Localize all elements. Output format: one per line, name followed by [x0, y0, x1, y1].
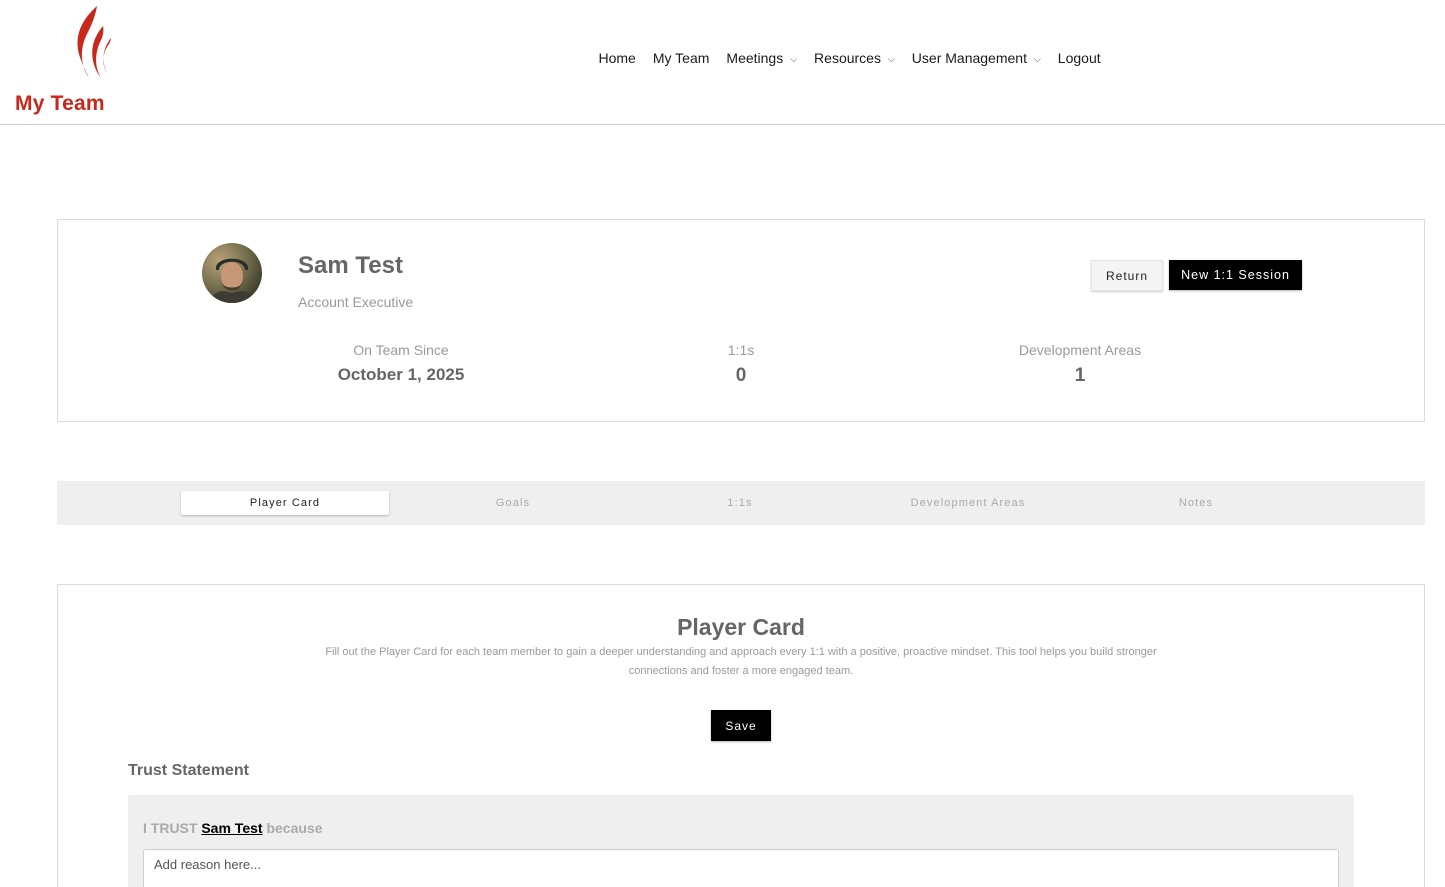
stat-label: Development Areas [1018, 342, 1142, 358]
player-card-panel: Player Card Fill out the Player Card for… [57, 584, 1425, 887]
brand-name: My Team [15, 92, 105, 115]
tab-bar: Player Card Goals 1:1s Development Areas… [57, 481, 1425, 525]
new-session-button[interactable]: New 1:1 Session [1169, 260, 1302, 290]
save-button[interactable]: Save [711, 710, 771, 741]
stat-one-on-ones: 1:1s 0 [621, 342, 861, 387]
tab-one-on-ones[interactable]: 1:1s [636, 491, 844, 515]
stat-label: 1:1s [727, 342, 755, 358]
tab-development-areas[interactable]: Development Areas [864, 491, 1072, 515]
trust-reason-input[interactable] [143, 849, 1339, 887]
tab-player-card[interactable]: Player Card [181, 491, 389, 515]
profile-name: Sam Test [298, 252, 403, 279]
tab-notes[interactable]: Notes [1092, 491, 1300, 515]
trust-member-name-link[interactable]: Sam Test [201, 820, 262, 836]
trust-suffix: because [266, 820, 323, 836]
chevron-down-icon: ⌵ [1033, 53, 1041, 64]
tab-goals[interactable]: Goals [409, 491, 617, 515]
flame-icon [77, 6, 111, 78]
nav-item-meetings[interactable]: Meetings ⌵ [726, 50, 797, 66]
stat-label: On Team Since [353, 342, 449, 358]
nav-label: Logout [1057, 50, 1101, 66]
chevron-down-icon: ⌵ [887, 53, 895, 64]
return-button[interactable]: Return [1091, 260, 1163, 291]
nav-item-user-management[interactable]: User Management ⌵ [912, 50, 1041, 66]
main-nav: Home My Team Meetings ⌵ Resources ⌵ User M… [590, 47, 1109, 69]
stat-development-areas: Development Areas 1 [960, 342, 1200, 387]
top-header: My Team Home My Team Meetings ⌵ Resources… [0, 0, 1445, 125]
trust-statement-heading: Trust Statement [128, 762, 249, 779]
user-avatar-icon [202, 243, 262, 303]
brand-logo[interactable]: My Team [15, 4, 125, 120]
player-card-description: Fill out the Player Card for each team m… [325, 646, 1157, 677]
nav-label: Meetings [726, 50, 784, 66]
profile-card: Sam Test Account Executive Return New 1:… [57, 219, 1425, 422]
nav-label: Home [598, 50, 636, 66]
nav-label: My Team [652, 50, 710, 66]
nav-item-resources[interactable]: Resources ⌵ [814, 50, 895, 66]
player-card-title: Player Card [677, 614, 805, 640]
profile-role: Account Executive [298, 294, 414, 310]
avatar [202, 243, 262, 303]
trust-statement-line: I TRUST Sam Test because [143, 820, 323, 836]
trust-statement-box: I TRUST Sam Test because [128, 795, 1354, 887]
nav-label: User Management [911, 50, 1027, 66]
stat-team-since: On Team Since October 1, 2025 [281, 342, 521, 385]
stat-value: October 1, 2025 [337, 365, 465, 384]
nav-item-my-team[interactable]: My Team [653, 50, 710, 66]
chevron-down-icon: ⌵ [790, 53, 798, 64]
nav-item-home[interactable]: Home [599, 50, 636, 66]
stat-value: 1 [1074, 365, 1086, 386]
nav-item-logout[interactable]: Logout [1058, 50, 1101, 66]
trust-prefix: I TRUST [143, 820, 198, 836]
nav-label: Resources [814, 50, 881, 66]
stat-value: 0 [735, 365, 747, 386]
